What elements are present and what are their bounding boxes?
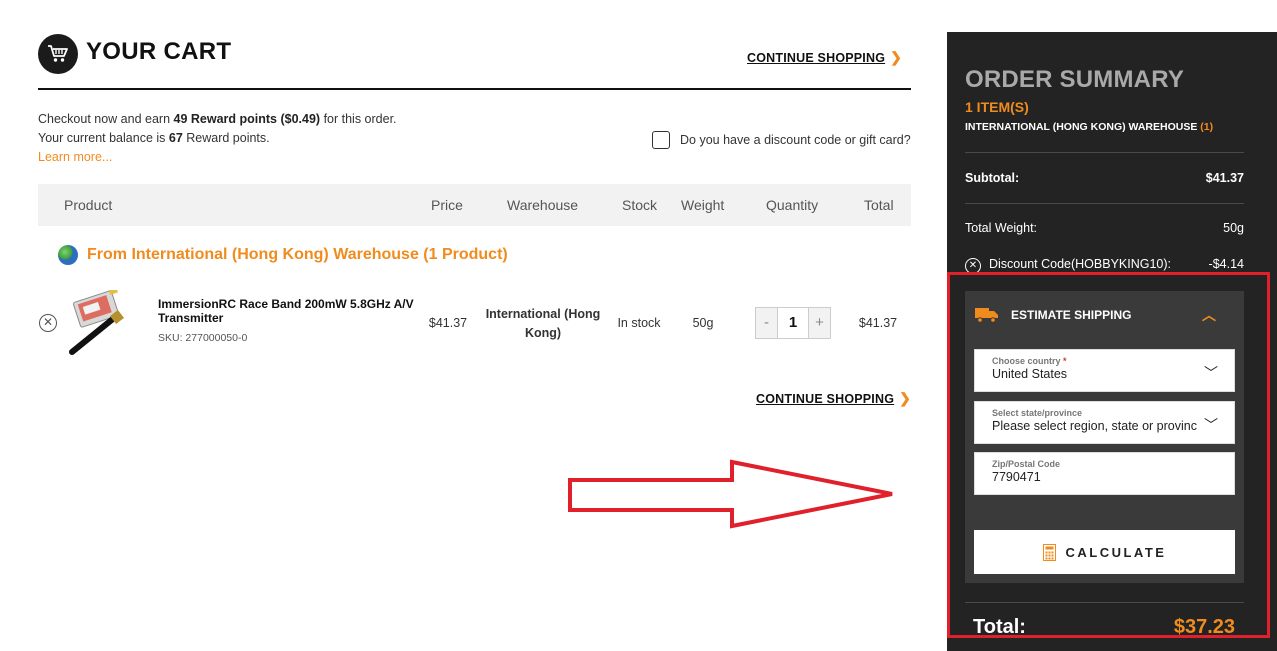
warehouse-heading-text: From International (Hong Kong) Warehouse… — [87, 246, 508, 263]
weight-row: Total Weight: 50g — [965, 221, 1244, 235]
discount-label: Discount Code(HOBBYKING10): — [989, 257, 1172, 271]
state-value: Please select region, state or province — [992, 419, 1197, 433]
globe-icon — [58, 245, 78, 265]
item-count: 1 ITEM(S) — [965, 99, 1029, 115]
cart-page: YOUR CART CONTINUE SHOPPING ❯ Checkout no… — [0, 0, 1277, 651]
page-title: YOUR CART — [86, 38, 232, 65]
rewards-points-earned: 49 Reward points ($0.49) — [173, 112, 321, 126]
summary-warehouse-name: INTERNATIONAL (HONG KONG) WAREHOUSE — [965, 121, 1198, 133]
cart-header: YOUR CART CONTINUE SHOPPING ❯ — [38, 32, 911, 90]
product-stock: In stock — [617, 316, 661, 330]
quantity-decrease-button[interactable]: - — [756, 308, 777, 338]
product-name[interactable]: ImmersionRC Race Band 200mW 5.8GHz A/V T… — [158, 297, 418, 325]
column-quantity: Quantity — [766, 197, 819, 213]
product-image[interactable] — [66, 290, 150, 358]
state-select[interactable]: Select state/province Please select regi… — [974, 401, 1235, 444]
warehouse-group-heading: From International (Hong Kong) Warehouse… — [58, 245, 508, 265]
discount-row: ✕ Discount Code(HOBBYKING10): -$4.14 — [965, 257, 1244, 274]
estimate-shipping-label: ESTIMATE SHIPPING — [1011, 308, 1132, 322]
calculate-label: CALCULATE — [1065, 544, 1167, 560]
cart-icon — [38, 34, 78, 74]
divider — [965, 203, 1244, 204]
rewards-info: Checkout now and earn 49 Reward points (… — [38, 110, 397, 167]
calculator-icon — [1042, 543, 1056, 561]
column-total: Total — [864, 197, 894, 213]
country-label: Choose country * — [992, 356, 1217, 366]
order-summary-title: ORDER SUMMARY — [965, 66, 1185, 93]
column-warehouse: Warehouse — [507, 197, 579, 213]
discount-question: Do you have a discount code or gift card… — [680, 133, 911, 147]
subtotal-value: $41.37 — [1205, 171, 1244, 185]
continue-shopping-label: CONTINUE SHOPPING — [756, 392, 895, 406]
weight-value: 50g — [1223, 221, 1244, 235]
column-price: Price — [431, 197, 463, 213]
quantity-stepper: - 1 + — [755, 307, 831, 339]
truck-icon — [975, 308, 998, 323]
order-total-row: Total: $37.23 — [973, 616, 1235, 639]
product-sku: SKU: 277000050-0 — [158, 332, 248, 344]
chevron-down-icon: ﹀ — [1204, 417, 1218, 433]
discount-value: -$4.14 — [1208, 257, 1244, 271]
balance-text: Your current balance is — [38, 131, 169, 145]
zip-field[interactable]: Zip/Postal Code 7790471 — [974, 452, 1235, 495]
column-stock: Stock — [622, 197, 658, 213]
state-label: Select state/province — [992, 408, 1083, 418]
country-label-text: Choose country — [992, 356, 1061, 366]
total-value: $37.23 — [1173, 616, 1235, 638]
chevron-up-icon: ︿ — [1202, 307, 1216, 323]
country-value: United States — [992, 367, 1068, 381]
rewards-line-1: Checkout now and earn 49 Reward points (… — [38, 110, 397, 129]
quantity-increase-button[interactable]: + — [809, 308, 830, 338]
divider — [965, 602, 1244, 603]
chevron-right-icon: ❯ — [899, 390, 912, 406]
calculate-button[interactable]: CALCULATE — [974, 530, 1235, 574]
learn-more-link[interactable]: Learn more... — [38, 148, 397, 167]
country-select[interactable]: Choose country * United States ﹀ — [974, 349, 1235, 392]
rewards-line-2: Your current balance is 67 Reward points… — [38, 129, 397, 148]
continue-shopping-link-top[interactable]: CONTINUE SHOPPING ❯ — [747, 49, 902, 66]
column-weight: Weight — [681, 197, 725, 213]
required-mark: * — [1063, 356, 1067, 366]
estimate-shipping-section: ESTIMATE SHIPPING ︿ Choose country * Uni… — [965, 291, 1244, 583]
order-summary-panel: ORDER SUMMARY 1 ITEM(S) INTERNATIONAL (H… — [947, 32, 1277, 651]
discount-toggle[interactable]: Do you have a discount code or gift card… — [652, 131, 911, 149]
subtotal-label: Subtotal: — [965, 171, 1020, 185]
remove-icon[interactable]: ✕ — [39, 314, 57, 332]
zip-label: Zip/Postal Code — [992, 459, 1061, 469]
subtotal-row: Subtotal: $41.37 — [965, 171, 1244, 185]
summary-warehouse-count: (1) — [1200, 121, 1214, 133]
product-price: $41.37 — [428, 316, 468, 330]
remove-discount-icon[interactable]: ✕ — [965, 258, 981, 274]
arrow-annotation — [568, 459, 893, 529]
estimate-shipping-toggle[interactable]: ESTIMATE SHIPPING ︿ — [965, 291, 1244, 339]
zip-value: 7790471 — [992, 470, 1041, 484]
discount-checkbox[interactable] — [652, 131, 670, 149]
rewards-text: Checkout now and earn — [38, 112, 174, 126]
summary-warehouse: INTERNATIONAL (HONG KONG) WAREHOUSE (1) — [965, 121, 1213, 133]
balance-points: 67 — [168, 131, 183, 145]
column-product: Product — [64, 197, 113, 213]
chevron-right-icon: ❯ — [890, 49, 903, 65]
product-warehouse: International (Hong Kong) — [485, 307, 601, 340]
quantity-input[interactable]: 1 — [777, 308, 809, 338]
discount-label-wrap: ✕ Discount Code(HOBBYKING10): — [965, 257, 1171, 274]
product-weight: 50g — [692, 316, 714, 330]
balance-text: Reward points. — [182, 131, 270, 145]
product-total: $41.37 — [858, 316, 898, 330]
rewards-text: for this order. — [320, 112, 397, 126]
chevron-down-icon: ﹀ — [1204, 365, 1218, 381]
weight-label: Total Weight: — [965, 221, 1038, 235]
continue-shopping-link-bottom[interactable]: CONTINUE SHOPPING ❯ — [756, 390, 911, 407]
cart-table-header: Product Price Warehouse Stock Weight Qua… — [38, 184, 911, 226]
continue-shopping-label: CONTINUE SHOPPING — [747, 51, 886, 65]
divider — [965, 152, 1244, 153]
total-label: Total: — [973, 616, 1026, 638]
